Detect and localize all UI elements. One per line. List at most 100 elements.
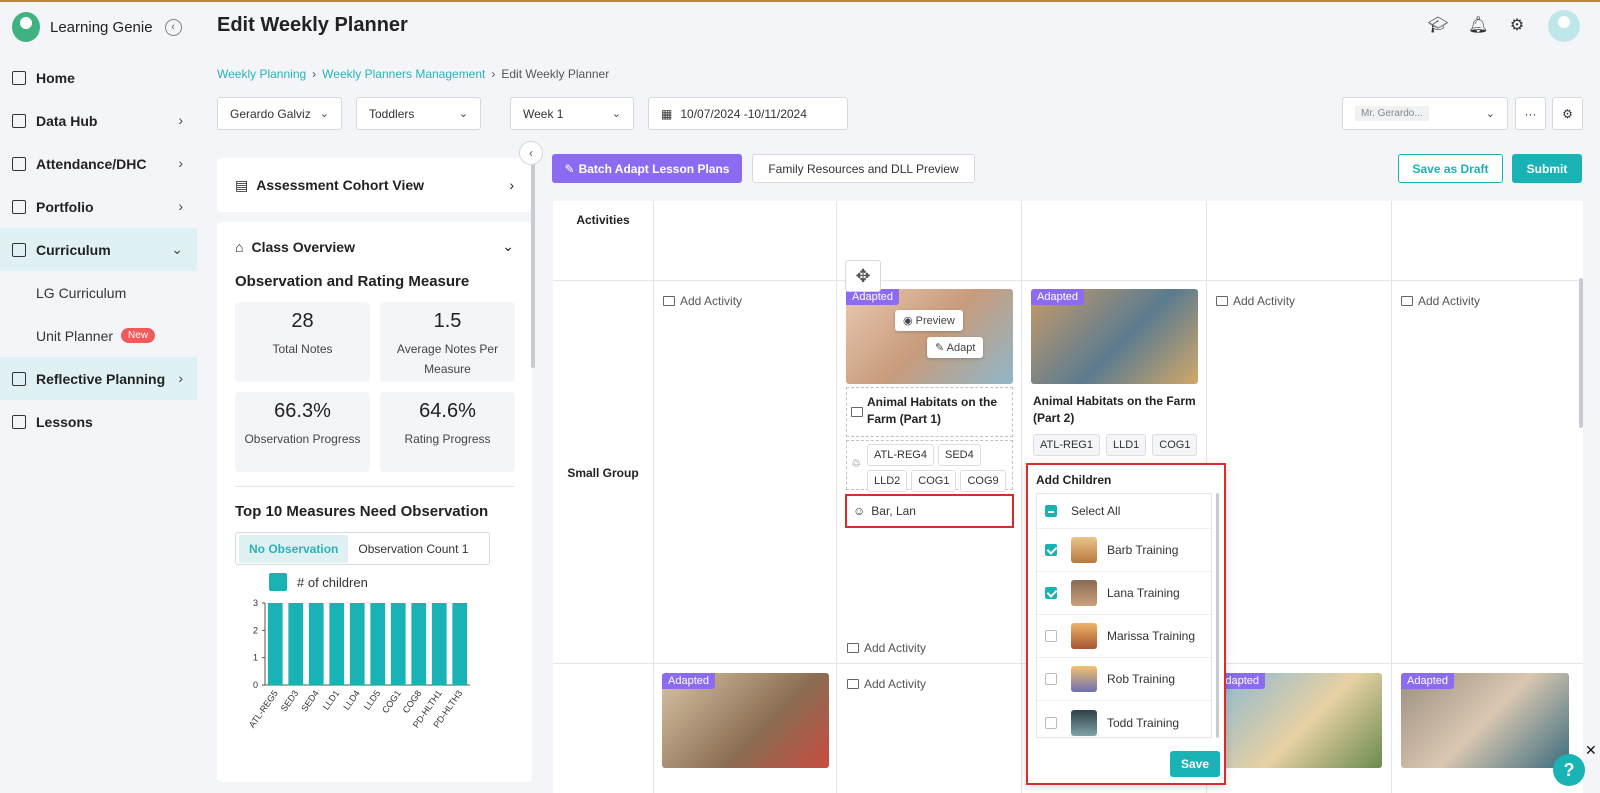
child-option[interactable]: Rob Training [1037, 658, 1211, 701]
collapse-panel-icon[interactable]: ‹ [519, 141, 543, 165]
avatar[interactable] [1548, 10, 1580, 42]
preview-button[interactable]: ◉ Preview [895, 310, 963, 331]
graduation-cap-icon[interactable]: 🎓︎ [1428, 17, 1448, 35]
gear-icon[interactable]: ⚙ [1508, 17, 1526, 35]
breadcrumb-weekly-planning[interactable]: Weekly Planning [217, 67, 306, 81]
child-avatar [1071, 623, 1097, 649]
measure-tag[interactable]: ATL-REG1 [1033, 434, 1100, 456]
add-activity-button[interactable]: Add Activity [847, 641, 926, 655]
child-checkbox[interactable] [1045, 716, 1057, 729]
batch-adapt-label: Batch Adapt Lesson Plans [578, 161, 730, 176]
stat-value: 1.5 [433, 310, 462, 332]
measure-tag[interactable]: COG9 [960, 470, 1006, 492]
add-children-popup: Add Children Select All Barb Training La… [1026, 463, 1226, 785]
assessment-cohort-card[interactable]: ▤ Assessment Cohort View › [217, 158, 532, 212]
lesson-title-part1[interactable]: Animal Habitats on the Farm (Part 1) [867, 394, 1007, 428]
date-range-picker[interactable]: ▦ 10/07/2024 -10/11/2024 [648, 97, 848, 130]
popup-scrollbar[interactable] [1216, 493, 1219, 738]
breadcrumb-planners-management[interactable]: Weekly Planners Management [322, 67, 485, 81]
sidebar-item-data-hub[interactable]: Data Hub › [0, 99, 197, 142]
add-activity-button[interactable]: Add Activity [663, 294, 742, 308]
sidebar-item-lg-curriculum[interactable]: LG Curriculum [0, 271, 197, 314]
sidebar-item-home[interactable]: Home [0, 56, 197, 99]
stat-average-notes: 1.5 Average Notes Per Measure [380, 302, 515, 382]
child-option[interactable]: Marissa Training [1037, 615, 1211, 658]
bar [452, 603, 468, 685]
measure-tag[interactable]: ATL-REG4 [867, 444, 934, 466]
x-tick-label: COG1 [380, 688, 403, 715]
calendar-icon: ▦ [661, 106, 673, 121]
child-avatar [1071, 709, 1097, 736]
settings-button[interactable]: ⚙ [1552, 97, 1583, 130]
sidebar-item-unit-planner[interactable]: Unit Planner New [0, 314, 197, 357]
top10-title: Top 10 Measures Need Observation [235, 503, 489, 520]
teacher-select[interactable]: Gerardo Galviz ⌄ [217, 97, 342, 130]
save-button[interactable]: Save [1170, 751, 1220, 777]
close-icon[interactable]: ✕ [1585, 742, 1597, 759]
collapse-sidebar-icon[interactable]: ‹ [164, 18, 182, 36]
child-checkbox[interactable] [1045, 673, 1057, 685]
sidebar-item-reflective-planning[interactable]: Reflective Planning › [0, 357, 197, 400]
child-avatar [1071, 666, 1097, 692]
add-activity-button[interactable]: Add Activity [1401, 294, 1480, 308]
measure-tag[interactable]: SED4 [937, 444, 981, 466]
tab-no-observation[interactable]: No Observation [239, 534, 349, 563]
lesson-thumbnail[interactable]: Adapted [662, 673, 829, 768]
calendar-icon [12, 156, 26, 171]
more-options-button[interactable]: ··· [1515, 97, 1546, 130]
planner-scrollbar[interactable] [1579, 278, 1583, 428]
child-checkbox[interactable] [1045, 630, 1057, 642]
preview-label: Preview [915, 315, 955, 327]
group-select[interactable]: Toddlers ⌄ [356, 97, 481, 130]
cohort-title: Assessment Cohort View [256, 177, 425, 193]
lesson-title-part2[interactable]: Animal Habitats on the Farm (Part 2) [1033, 393, 1198, 427]
class-overview-header[interactable]: ⌂ Class Overview ⌄ [235, 238, 514, 255]
measure-tag[interactable]: LLD1 [1105, 434, 1147, 456]
add-activity-label: Add Activity [864, 677, 927, 691]
lesson-thumbnail[interactable]: Adapted [1212, 673, 1382, 768]
sidebar-item-curriculum[interactable]: Curriculum ⌄ [0, 228, 197, 271]
header-actions: 🎓︎ 🔔︎ ⚙ [1428, 10, 1580, 42]
child-checkbox[interactable] [1045, 544, 1057, 556]
bell-icon[interactable]: 🔔︎ [1468, 17, 1488, 35]
lesson-thumbnail-part2[interactable]: Adapted [1031, 289, 1198, 384]
child-option[interactable]: Todd Training [1037, 701, 1211, 744]
measure-tag[interactable]: COG1 [911, 470, 957, 492]
add-activity-button[interactable]: Add Activity [1216, 294, 1295, 308]
add-activity-button[interactable]: Add Activity [847, 677, 926, 691]
measure-tag[interactable]: COG1 [1152, 434, 1198, 456]
assignee-select[interactable]: Mr. Gerardo... ⌄ [1342, 97, 1508, 130]
child-avatar [1071, 537, 1097, 563]
teacher-select-value: Gerardo Galviz [230, 106, 311, 121]
tab-observation-count[interactable]: Observation Count 1 [348, 535, 478, 563]
help-button[interactable]: ? [1553, 754, 1585, 786]
lesson-thumbnail[interactable]: Adapted [1401, 673, 1569, 768]
sidebar-nav: Home Data Hub › Attendance/DHC › Portfolio… [0, 56, 197, 443]
child-option[interactable]: Lana Training [1037, 572, 1211, 615]
assigned-children[interactable]: ☺ Bar, Lan [853, 504, 916, 518]
save-draft-button[interactable]: Save as Draft [1398, 154, 1503, 183]
chevron-down-icon: ⌄ [171, 241, 183, 257]
eye-icon: ◉ [903, 315, 916, 327]
sidebar-item-lessons[interactable]: Lessons [0, 400, 197, 443]
stat-value: 64.6% [419, 400, 476, 422]
sidebar-item-attendance[interactable]: Attendance/DHC › [0, 142, 197, 185]
group-select-value: Toddlers [369, 106, 415, 121]
batch-adapt-button[interactable]: ✎ Batch Adapt Lesson Plans [552, 154, 742, 183]
family-resources-button[interactable]: Family Resources and DLL Preview [752, 154, 975, 183]
move-icon[interactable]: ✥ [845, 260, 881, 292]
week-select[interactable]: Week 1 ⌄ [510, 97, 634, 130]
select-all-option[interactable]: Select All [1037, 494, 1211, 529]
child-option[interactable]: Barb Training [1037, 529, 1211, 572]
sidebar-item-label: Attendance/DHC [36, 155, 147, 172]
select-all-checkbox[interactable] [1045, 505, 1057, 517]
chevron-right-icon: › [178, 155, 183, 171]
child-checkbox[interactable] [1045, 587, 1057, 599]
left-panel-scrollbar[interactable] [531, 158, 535, 368]
measure-tag[interactable]: LLD2 [867, 470, 908, 492]
adapt-button[interactable]: ✎ Adapt [927, 337, 984, 358]
lessons-icon [12, 414, 26, 429]
submit-button[interactable]: Submit [1512, 154, 1582, 183]
sidebar-item-portfolio[interactable]: Portfolio › [0, 185, 197, 228]
breadcrumb-separator-icon: › [312, 67, 317, 81]
